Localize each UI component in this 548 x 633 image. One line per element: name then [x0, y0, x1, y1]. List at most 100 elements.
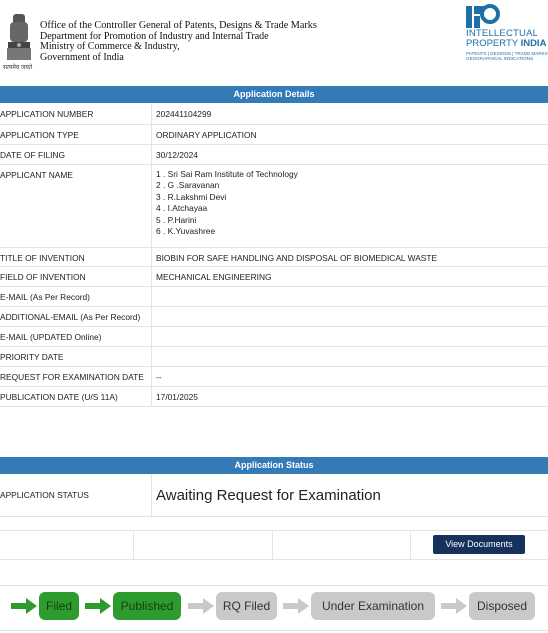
applicant-name: 1 . Sri Sai Ram Institute of Technology	[156, 169, 548, 181]
row-label: APPLICATION TYPE	[0, 124, 152, 144]
table-row: APPLICATION NUMBER 202441104299	[0, 104, 548, 124]
table-row: REQUEST FOR EXAMINATION DATE --	[0, 366, 548, 386]
org-line-3: Ministry of Commerce & Industry,	[40, 42, 317, 53]
value-text: --	[156, 367, 548, 382]
row-value	[152, 306, 548, 326]
row-label: PUBLICATION DATE (U/S 11A)	[0, 386, 152, 406]
label-text: APPLICATION NUMBER	[0, 104, 151, 119]
status-value: Awaiting Request for Examination	[152, 474, 548, 517]
page-header: सत्यमेव जयते Office of the Controller Ge…	[0, 0, 548, 85]
row-value	[152, 286, 548, 306]
row-label: FIELD OF INVENTION	[0, 266, 152, 286]
applicant-name: 2 . G .Saravanan	[156, 180, 548, 192]
org-line-4: Government of India	[40, 53, 317, 64]
row-label: APPLICATION NUMBER	[0, 104, 152, 124]
value-text: MECHANICAL ENGINEERING	[156, 267, 548, 282]
label-text: E-MAIL (UPDATED Online)	[0, 327, 151, 342]
row-label: DATE OF FILING	[0, 144, 152, 164]
applicant-name: 5 . P.Harini	[156, 215, 548, 227]
value-text: 30/12/2024	[156, 145, 548, 160]
row-value	[152, 346, 548, 366]
value-text	[156, 347, 548, 352]
value-text	[156, 327, 548, 332]
organization-name: Office of the Controller General of Pate…	[40, 21, 317, 63]
label-text: APPLICATION TYPE	[0, 125, 151, 140]
label-text: APPLICANT NAME	[0, 165, 151, 180]
row-value	[152, 326, 548, 346]
applicant-name: 4 . I.Atchayaa	[156, 203, 548, 215]
ip-logo-tagline-2: GEOGRAPHICAL INDICATIONS	[466, 56, 548, 61]
row-label: APPLICANT NAME	[0, 164, 152, 247]
column-divider	[410, 531, 411, 559]
row-label: ADDITIONAL-EMAIL (As Per Record)	[0, 306, 152, 326]
table-row: ADDITIONAL-EMAIL (As Per Record)	[0, 306, 548, 326]
value-text: 202441104299	[156, 104, 548, 119]
ip-logo-line2: PROPERTY INDIA	[466, 39, 546, 49]
table-row: PRIORITY DATE	[0, 346, 548, 366]
row-value: BIOBIN FOR SAFE HANDLING AND DISPOSAL OF…	[152, 247, 548, 266]
row-value: 30/12/2024	[152, 144, 548, 164]
label-text: TITLE OF INVENTION	[0, 248, 151, 263]
label-text: E-MAIL (As Per Record)	[0, 287, 151, 302]
row-value: 17/01/2025	[152, 386, 548, 406]
stage-rq-filed: RQ Filed	[216, 592, 277, 620]
row-value: --	[152, 366, 548, 386]
row-label: PRIORITY DATE	[0, 346, 152, 366]
row-value: MECHANICAL ENGINEERING	[152, 266, 548, 286]
table-row: TITLE OF INVENTION BIOBIN FOR SAFE HANDL…	[0, 247, 548, 266]
value-text: 17/01/2025	[156, 387, 548, 402]
table-row: E-MAIL (UPDATED Online)	[0, 326, 548, 346]
arrow-right-icon	[188, 598, 214, 614]
row-value: ORDINARY APPLICATION	[152, 124, 548, 144]
arrow-right-icon	[283, 598, 309, 614]
arrow-right-icon	[85, 598, 111, 614]
label-text: ADDITIONAL-EMAIL (As Per Record)	[0, 307, 151, 322]
row-value: 202441104299	[152, 104, 548, 124]
label-text: FIELD OF INVENTION	[0, 267, 151, 282]
table-row: DATE OF FILING 30/12/2024	[0, 144, 548, 164]
applicant-name: 6 . K.Yuvashree	[156, 226, 548, 238]
column-divider	[272, 531, 273, 559]
application-details-table: APPLICATION NUMBER 202441104299 APPLICAT…	[0, 104, 548, 407]
ip-logo-property: PROPERTY	[466, 38, 521, 49]
label-text: DATE OF FILING	[0, 145, 151, 160]
value-text: ORDINARY APPLICATION	[156, 125, 548, 140]
table-row: APPLICANT NAME 1 . Sri Sai Ram Institute…	[0, 164, 548, 247]
label-text: PRIORITY DATE	[0, 347, 151, 362]
view-documents-button[interactable]: View Documents	[433, 535, 525, 554]
value-text	[156, 287, 548, 292]
ip-logo-line3: PATENTS | DESIGNS | TRADE MARKS GEOGRAPH…	[466, 51, 548, 61]
stage-filed: Filed	[39, 592, 79, 620]
arrow-right-icon	[11, 598, 37, 614]
documents-row: View Documents	[0, 530, 548, 560]
status-label: APPLICATION STATUS	[0, 474, 152, 517]
row-label: TITLE OF INVENTION	[0, 247, 152, 266]
application-status-header: Application Status	[0, 457, 548, 474]
column-divider	[133, 531, 134, 559]
table-row: FIELD OF INVENTION MECHANICAL ENGINEERIN…	[0, 266, 548, 286]
ip-india-logo-icon	[466, 4, 502, 30]
org-line-1: Office of the Controller General of Pate…	[40, 21, 317, 32]
application-progress-flow: Filed Published RQ Filed Under Examinati…	[0, 585, 548, 631]
ip-logo-india: INDIA	[521, 38, 547, 49]
label-text: PUBLICATION DATE (U/S 11A)	[0, 387, 151, 402]
value-text: BIOBIN FOR SAFE HANDLING AND DISPOSAL OF…	[156, 248, 548, 263]
application-details-header: Application Details	[0, 86, 548, 103]
table-row: APPLICATION STATUS Awaiting Request for …	[0, 474, 548, 517]
row-label: E-MAIL (As Per Record)	[0, 286, 152, 306]
stage-published: Published	[113, 592, 181, 620]
label-text: REQUEST FOR EXAMINATION DATE	[0, 367, 151, 382]
value-text	[156, 307, 548, 312]
emblem-caption: सत्यमेव जयते	[3, 63, 32, 71]
stage-disposed: Disposed	[469, 592, 535, 620]
application-status-table: APPLICATION STATUS Awaiting Request for …	[0, 474, 548, 517]
stage-under-examination: Under Examination	[311, 592, 435, 620]
row-label: E-MAIL (UPDATED Online)	[0, 326, 152, 346]
applicant-list: 1 . Sri Sai Ram Institute of Technology …	[152, 164, 548, 247]
applicant-name: 3 . R.Lakshmi Devi	[156, 192, 548, 204]
table-row: PUBLICATION DATE (U/S 11A) 17/01/2025	[0, 386, 548, 406]
arrow-right-icon	[441, 598, 467, 614]
table-row: APPLICATION TYPE ORDINARY APPLICATION	[0, 124, 548, 144]
table-row: E-MAIL (As Per Record)	[0, 286, 548, 306]
row-label: REQUEST FOR EXAMINATION DATE	[0, 366, 152, 386]
